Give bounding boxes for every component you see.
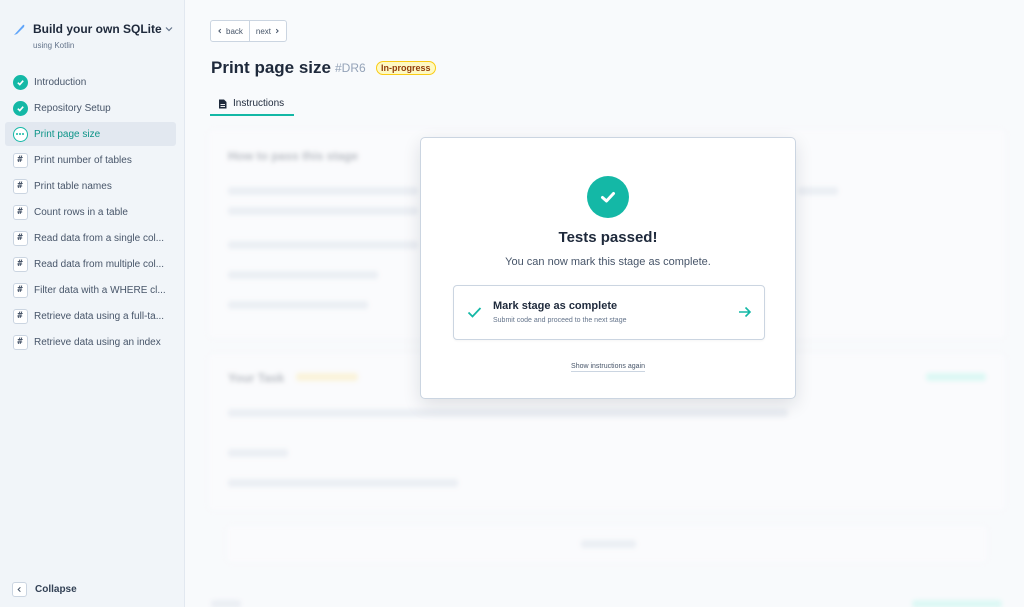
stage-label: Read data from multiple col... (34, 258, 165, 270)
feather-icon (14, 24, 25, 35)
stage-item-full-table-scan[interactable]: # Retrieve data using a full-ta... (5, 304, 176, 328)
stage-item-read-single-column[interactable]: # Read data from a single col... (5, 226, 176, 250)
page-title: Print page size (211, 58, 331, 77)
hash-icon: # (12, 230, 28, 246)
next-button[interactable]: next (248, 21, 286, 41)
tests-passed-modal: Tests passed! You can now mark this stag… (420, 137, 796, 399)
course-switcher[interactable]: Build your own SQLite using Kotlin (12, 22, 177, 54)
stage-list: Introduction Repository Setup Print page… (5, 70, 176, 356)
stage-code: #DR6 (335, 61, 366, 75)
stage-item-count-rows[interactable]: # Count rows in a table (5, 200, 176, 224)
collapse-button[interactable]: Collapse (12, 582, 77, 597)
back-label: back (226, 26, 243, 36)
stage-label: Print table names (34, 180, 112, 192)
status-badge: In-progress (376, 61, 436, 75)
stage-item-print-page-size[interactable]: Print page size (5, 122, 176, 146)
mark-complete-button[interactable]: Mark stage as complete Submit code and p… (453, 285, 765, 340)
modal-subtitle: You can now mark this stage as complete. (505, 256, 711, 268)
stage-label: Count rows in a table (34, 206, 128, 218)
hash-icon: # (12, 282, 28, 298)
chevron-left-icon (218, 28, 222, 34)
document-icon (219, 99, 227, 108)
success-check-icon (587, 176, 629, 218)
stage-item-repository-setup[interactable]: Repository Setup (5, 96, 176, 120)
in-progress-icon (12, 126, 28, 142)
stage-nav: back next (210, 20, 288, 42)
stage-label: Filter data with a WHERE cl... (34, 284, 166, 296)
stage-label: Retrieve data using an index (34, 336, 161, 348)
hash-icon: # (12, 308, 28, 324)
chevron-down-icon[interactable] (164, 24, 174, 34)
check-circle-icon (12, 74, 28, 90)
stage-label: Repository Setup (34, 102, 111, 114)
chevron-right-icon (275, 28, 279, 34)
stage-item-filter-where[interactable]: # Filter data with a WHERE cl... (5, 278, 176, 302)
tab-instructions[interactable]: Instructions (210, 93, 294, 116)
show-instructions-link[interactable]: Show instructions again (571, 363, 645, 372)
hash-icon: # (12, 334, 28, 350)
modal-title: Tests passed! (558, 229, 658, 246)
stage-item-print-number-of-tables[interactable]: # Print number of tables (5, 148, 176, 172)
stage-item-introduction[interactable]: Introduction (5, 70, 176, 94)
hash-icon: # (12, 256, 28, 272)
stage-label: Print number of tables (34, 154, 132, 166)
chevron-left-icon (12, 582, 27, 597)
hash-icon: # (12, 204, 28, 220)
stage-item-retrieve-index[interactable]: # Retrieve data using an index (5, 330, 176, 354)
arrow-right-icon (739, 306, 752, 318)
hash-icon: # (12, 152, 28, 168)
course-language: using Kotlin (33, 41, 75, 50)
back-button[interactable]: back (211, 21, 249, 41)
check-icon (467, 307, 482, 318)
stage-item-read-multiple-columns[interactable]: # Read data from multiple col... (5, 252, 176, 276)
stage-label: Introduction (34, 76, 87, 88)
course-title: Build your own SQLite (33, 22, 162, 36)
hash-icon: # (12, 178, 28, 194)
stage-label: Print page size (34, 128, 101, 140)
stage-label: Read data from a single col... (34, 232, 165, 244)
next-label: next (255, 26, 272, 36)
tab-label: Instructions (233, 98, 285, 109)
stage-label: Retrieve data using a full-ta... (34, 310, 165, 322)
stage-item-print-table-names[interactable]: # Print table names (5, 174, 176, 198)
show-instructions-link-wrap: Show instructions again (421, 355, 795, 373)
mark-complete-subtitle: Submit code and proceed to the next stag… (493, 317, 627, 324)
collapse-label: Collapse (35, 584, 77, 595)
sidebar: Build your own SQLite using Kotlin Intro… (0, 0, 185, 607)
check-circle-icon (12, 100, 28, 116)
mark-complete-title: Mark stage as complete (493, 300, 618, 312)
